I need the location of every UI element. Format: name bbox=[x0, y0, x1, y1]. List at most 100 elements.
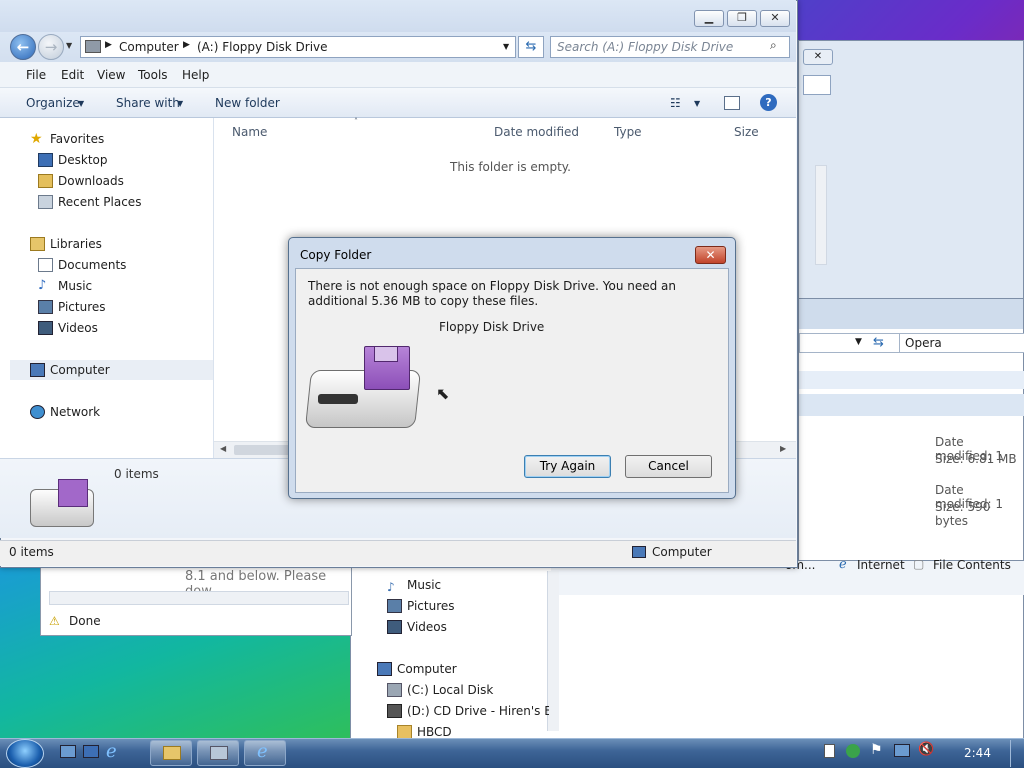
organize-button[interactable]: Organize bbox=[26, 96, 80, 110]
ie-quicklaunch-icon[interactable]: ℯ bbox=[106, 741, 117, 762]
breadcrumb-floppy[interactable]: (A:) Floppy Disk Drive bbox=[197, 40, 328, 54]
menu-help[interactable]: Help bbox=[182, 68, 209, 82]
tree-item-videos[interactable]: Videos bbox=[385, 618, 447, 636]
menu-view[interactable]: View bbox=[97, 68, 125, 82]
toolbar-internet[interactable]: Internet bbox=[857, 558, 905, 572]
computer-icon bbox=[632, 546, 646, 558]
scroll-left-icon[interactable]: ◀ bbox=[220, 444, 226, 453]
column-size[interactable]: Size bbox=[734, 125, 759, 139]
tree-item-music[interactable]: ♪ Music bbox=[385, 576, 441, 594]
maximize-button[interactable]: ❐ bbox=[727, 10, 757, 27]
forward-button[interactable]: → bbox=[38, 34, 64, 60]
computer-icon bbox=[30, 363, 45, 377]
music-icon: ♪ bbox=[387, 580, 395, 594]
libraries-icon bbox=[30, 237, 45, 251]
tree-item-pictures[interactable]: Pictures bbox=[385, 597, 455, 615]
search-icon[interactable]: ⌕ bbox=[770, 38, 777, 53]
dialog-close-button[interactable]: ✕ bbox=[695, 246, 726, 264]
close-icon[interactable]: ✕ bbox=[803, 49, 833, 65]
background-explorer-window[interactable]: om... ℯ Internet ▢ File Contents ♪ Music … bbox=[350, 557, 1024, 740]
nav-documents[interactable]: Documents bbox=[36, 256, 126, 274]
chevron-down-icon[interactable]: ▼ bbox=[694, 99, 700, 108]
taskbar-clock[interactable]: 2:44 bbox=[964, 746, 991, 760]
close-button[interactable]: ✕ bbox=[760, 10, 790, 27]
nav-favorites[interactable]: ★ Favorites bbox=[28, 130, 104, 148]
try-again-button[interactable]: Try Again bbox=[524, 455, 611, 478]
nav-videos[interactable]: Videos bbox=[36, 319, 98, 337]
floppy-disk-icon bbox=[58, 479, 88, 507]
show-desktop-button[interactable] bbox=[1010, 740, 1022, 767]
nav-downloads[interactable]: Downloads bbox=[36, 172, 124, 190]
scrollbar[interactable] bbox=[815, 165, 827, 265]
column-type[interactable]: Type bbox=[614, 125, 642, 139]
horizontal-scrollbar[interactable] bbox=[49, 591, 349, 605]
file-size-1: Size: 6.81 MB bbox=[935, 452, 1017, 466]
back-button[interactable]: ← bbox=[10, 34, 36, 60]
chevron-down-icon[interactable]: ▼ bbox=[503, 42, 509, 51]
breadcrumb-arrow-icon[interactable]: ▶ bbox=[105, 40, 112, 50]
chevron-down-icon[interactable]: ▼ bbox=[78, 99, 84, 108]
music-icon: ♪ bbox=[38, 278, 47, 293]
search-field[interactable]: Opera bbox=[899, 333, 1024, 353]
notes-tray-icon[interactable] bbox=[824, 744, 835, 758]
nav-music[interactable]: ♪ Music bbox=[36, 277, 92, 295]
scroll-right-icon[interactable]: ▶ bbox=[780, 444, 786, 453]
network-tray-icon[interactable] bbox=[894, 744, 910, 757]
column-name[interactable]: Name bbox=[232, 125, 267, 139]
breadcrumb-computer[interactable]: Computer bbox=[119, 40, 179, 54]
cancel-button[interactable]: Cancel bbox=[625, 455, 712, 478]
column-date-modified[interactable]: Date modified bbox=[494, 125, 579, 139]
nav-pictures[interactable]: Pictures bbox=[36, 298, 106, 316]
refresh-icon[interactable]: ⇆ bbox=[873, 335, 884, 350]
document-icon: ▢ bbox=[913, 557, 925, 571]
warning-icon: ⚠ bbox=[49, 614, 60, 628]
tree-item-computer[interactable]: Computer bbox=[375, 660, 457, 678]
refresh-icon[interactable]: ⇆ bbox=[518, 36, 544, 58]
menu-file[interactable]: File bbox=[26, 68, 46, 82]
explorer-titlebar[interactable] bbox=[0, 0, 796, 32]
network-icon bbox=[30, 405, 45, 419]
toolbar-file-contents[interactable]: File Contents bbox=[933, 558, 1011, 572]
volume-muted-icon[interactable]: 🔇 bbox=[918, 742, 934, 757]
menu-edit[interactable]: Edit bbox=[61, 68, 84, 82]
dialog-drive-label: Floppy Disk Drive bbox=[439, 320, 545, 334]
star-icon: ★ bbox=[30, 131, 43, 147]
mouse-cursor-icon: ⬉ bbox=[436, 384, 450, 403]
search-input[interactable]: Search (A:) Floppy Disk Drive bbox=[550, 36, 790, 58]
action-center-flag-icon[interactable]: ⚑ bbox=[870, 742, 883, 758]
background-browser-window[interactable]: 8.1 and below. Please dow ⚠ Done bbox=[40, 560, 352, 636]
chevron-down-icon[interactable]: ▼ bbox=[177, 99, 183, 108]
nav-network[interactable]: Network bbox=[28, 403, 100, 421]
share-with-button[interactable]: Share with bbox=[116, 96, 180, 110]
tree-item-d-drive[interactable]: (D:) CD Drive - Hiren's Boo bbox=[385, 702, 549, 720]
pictures-icon bbox=[387, 599, 402, 613]
chevron-down-icon[interactable]: ▼ bbox=[855, 337, 862, 347]
preview-pane-icon[interactable] bbox=[724, 96, 740, 110]
security-tray-icon[interactable] bbox=[846, 744, 860, 758]
new-folder-button[interactable]: New folder bbox=[215, 96, 280, 110]
switch-windows-icon[interactable] bbox=[83, 745, 99, 758]
background-window-top-right[interactable]: ✕ bbox=[798, 40, 1024, 300]
minimize-button[interactable]: ▁ bbox=[694, 10, 724, 27]
nav-computer[interactable]: Computer bbox=[28, 361, 110, 379]
show-desktop-icon[interactable] bbox=[60, 745, 76, 758]
sort-arrow-icon: ˄ bbox=[354, 117, 358, 126]
start-button[interactable] bbox=[6, 739, 44, 768]
view-options-icon[interactable]: ☷ bbox=[670, 96, 681, 110]
nav-desktop[interactable]: Desktop bbox=[36, 151, 108, 169]
nav-libraries[interactable]: Libraries bbox=[28, 235, 102, 253]
nav-recent-places[interactable]: Recent Places bbox=[36, 193, 141, 211]
recent-pages-dropdown-icon[interactable]: ▼ bbox=[66, 41, 72, 50]
taskbar-ie-button[interactable]: ℯ bbox=[244, 740, 286, 766]
tree-item-c-drive[interactable]: (C:) Local Disk bbox=[385, 681, 493, 699]
taskbar-explorer-button[interactable] bbox=[150, 740, 192, 766]
address-bar[interactable]: ▶ Computer ▶ (A:) Floppy Disk Drive ▼ bbox=[80, 36, 516, 58]
command-bar: Organize ▼ Share with ▼ New folder ☷ ▼ ? bbox=[0, 88, 796, 118]
taskbar-copy-button[interactable] bbox=[197, 740, 239, 766]
breadcrumb-arrow-icon[interactable]: ▶ bbox=[183, 40, 190, 50]
videos-icon bbox=[38, 321, 53, 335]
details-item-count: 0 items bbox=[114, 467, 159, 481]
background-window-right[interactable]: Opera ▼ ⇆ Date modified: 1 Size: 6.81 MB… bbox=[798, 298, 1024, 580]
help-icon[interactable]: ? bbox=[760, 94, 777, 111]
menu-tools[interactable]: Tools bbox=[138, 68, 168, 82]
